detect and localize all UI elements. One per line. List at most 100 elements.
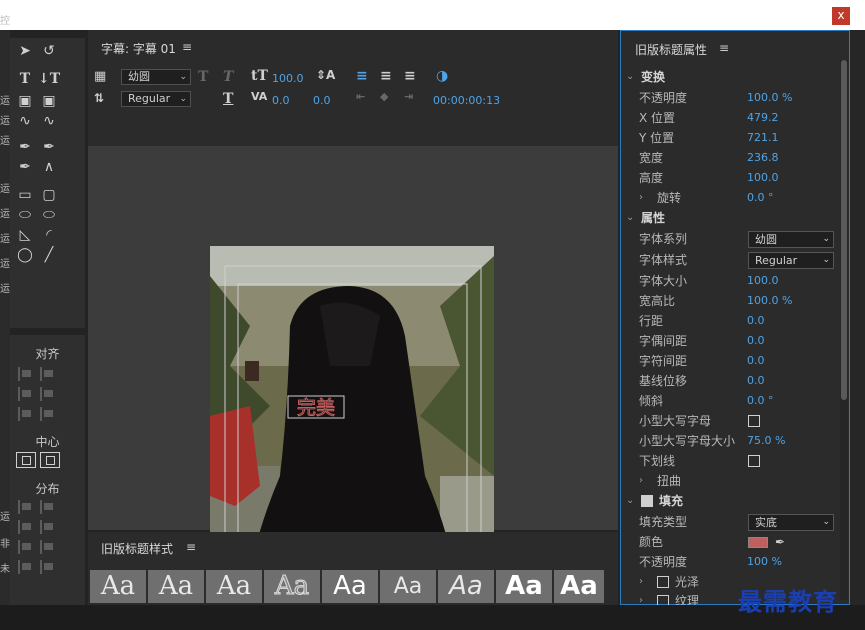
wedge-tool-icon[interactable]: ◺ bbox=[14, 226, 36, 244]
distort-row[interactable]: › 扭曲 bbox=[621, 471, 849, 491]
strip-char: 运 bbox=[0, 96, 10, 107]
leading-label: 行距 bbox=[639, 314, 664, 328]
background-app-strip: 控 运 运 运 运 运 运 运 运 运 非 未 bbox=[0, 16, 10, 630]
vertical-type-tool-icon[interactable]: ↓T bbox=[38, 70, 60, 88]
delete-anchor-tool-icon[interactable]: ✒ bbox=[38, 138, 60, 156]
distribute-right-icon bbox=[18, 520, 34, 534]
aspect-value[interactable]: 100.0 % bbox=[747, 291, 792, 311]
baseline-value[interactable]: 0.0 bbox=[747, 371, 765, 391]
font-family-dropdown[interactable]: 幼圆 ⌄ bbox=[121, 69, 191, 85]
style-swatch[interactable]: Aa bbox=[148, 570, 204, 603]
font-size-prop-value[interactable]: 100.0 bbox=[747, 271, 779, 291]
width-label: 宽度 bbox=[639, 151, 664, 165]
fill-checkbox[interactable] bbox=[641, 495, 653, 507]
tab-stop-left-icon[interactable]: ⇤ bbox=[356, 90, 365, 103]
kerning-value[interactable]: 0.0 bbox=[272, 94, 290, 107]
baseline-label: 基线位移 bbox=[639, 374, 688, 388]
properties-scrollbar[interactable] bbox=[840, 60, 848, 600]
style-swatch[interactable]: Aa bbox=[322, 570, 378, 603]
properties-section[interactable]: ⌄ 属性 bbox=[621, 208, 849, 228]
properties-menu-icon[interactable]: ≡ bbox=[719, 41, 729, 55]
style-swatch[interactable]: Aa bbox=[554, 570, 604, 603]
caption-panel: 字幕: 字幕 01 ≡ ▦ ⇅ 幼圆 ⌄ Regular ⌄ T T T tT 10… bbox=[88, 30, 618, 626]
slant-value[interactable]: 0.0 ° bbox=[747, 391, 774, 411]
chevron-right-icon: › bbox=[639, 595, 643, 605]
fill-section[interactable]: ⌄ 填充 bbox=[621, 491, 849, 511]
rotation-row[interactable]: › 旋转 0.0 ° bbox=[621, 188, 849, 208]
style-swatch[interactable]: Aa bbox=[206, 570, 262, 603]
rounded-corner-rect-tool-icon[interactable]: ⬭ bbox=[38, 206, 60, 224]
leading-value[interactable]: 0.0 bbox=[747, 311, 765, 331]
tab-stops-icon[interactable]: ⇅ bbox=[94, 91, 104, 105]
fill-color-swatch[interactable] bbox=[748, 537, 768, 548]
center-vertical-icon[interactable] bbox=[40, 452, 60, 468]
width-value[interactable]: 236.8 bbox=[747, 148, 779, 168]
window-titlebar bbox=[0, 0, 865, 30]
caption-panel-header: 字幕: 字幕 01 ≡ bbox=[88, 30, 618, 64]
area-type-tool-icon[interactable]: ▣ bbox=[14, 92, 36, 110]
rounded-rect-tool-icon[interactable]: ▢ bbox=[38, 186, 60, 204]
font-size-value[interactable]: 100.0 bbox=[272, 72, 304, 85]
pen-tool-icon[interactable]: ✒ bbox=[14, 138, 36, 156]
kerning-prop-value[interactable]: 0.0 bbox=[747, 331, 765, 351]
height-value[interactable]: 100.0 bbox=[747, 168, 779, 188]
close-button[interactable]: x bbox=[832, 7, 850, 25]
selection-tool-icon[interactable]: ➤ bbox=[14, 42, 36, 60]
center-horizontal-icon[interactable] bbox=[16, 452, 36, 468]
underline-checkbox[interactable] bbox=[748, 455, 760, 467]
chevron-right-icon: › bbox=[639, 192, 643, 203]
smallcaps-size-value[interactable]: 75.0 % bbox=[747, 431, 785, 451]
opacity-value[interactable]: 100.0 % bbox=[747, 88, 792, 108]
tab-stop-right-icon[interactable]: ⇥ bbox=[404, 90, 413, 103]
fill-type-select[interactable]: 实底 ⌄ bbox=[748, 514, 834, 531]
clipped-rect-tool-icon[interactable]: ⬭ bbox=[14, 206, 36, 224]
style-swatch[interactable]: Aa bbox=[496, 570, 552, 603]
style-swatch[interactable]: Aa bbox=[90, 570, 146, 603]
bold-icon[interactable]: T bbox=[198, 69, 208, 85]
underline-icon[interactable]: T bbox=[223, 91, 233, 107]
style-swatch[interactable]: Aa bbox=[264, 570, 320, 603]
type-tool-icon[interactable]: T bbox=[14, 70, 36, 88]
align-right-text-icon[interactable]: ≡ bbox=[404, 68, 416, 84]
arc-tool-icon[interactable]: ◜ bbox=[38, 226, 60, 244]
italic-icon[interactable]: T bbox=[223, 69, 233, 85]
vertical-path-type-tool-icon[interactable]: ∿ bbox=[38, 112, 60, 130]
rotation-value[interactable]: 0.0 ° bbox=[747, 188, 774, 208]
font-family-select[interactable]: 幼圆 ⌄ bbox=[748, 231, 834, 248]
line-tool-icon[interactable]: ╱ bbox=[38, 246, 60, 264]
fill-opacity-value[interactable]: 100 % bbox=[747, 552, 782, 572]
rotate-tool-icon[interactable]: ↺ bbox=[38, 42, 60, 60]
convert-anchor-tool-icon[interactable]: ∧ bbox=[38, 158, 60, 176]
eyedropper-icon[interactable]: ✒ bbox=[775, 532, 785, 552]
tab-stop-center-icon[interactable]: ◆ bbox=[380, 90, 388, 103]
x-position-value[interactable]: 479.2 bbox=[747, 108, 779, 128]
tracking-prop-value[interactable]: 0.0 bbox=[747, 351, 765, 371]
align-left-text-icon[interactable]: ≡ bbox=[356, 68, 368, 84]
transform-section[interactable]: ⌄ 变换 bbox=[621, 67, 849, 87]
style-swatch[interactable]: Aa bbox=[438, 570, 494, 603]
smallcaps-checkbox[interactable] bbox=[748, 415, 760, 427]
styles-menu-icon[interactable]: ≡ bbox=[186, 540, 196, 554]
align-center-text-icon[interactable]: ≡ bbox=[380, 68, 392, 84]
overlay-text[interactable]: 完美 bbox=[296, 397, 335, 420]
rectangle-tool-icon[interactable]: ▭ bbox=[14, 186, 36, 204]
timecode-value[interactable]: 00:00:00:13 bbox=[433, 94, 500, 107]
caption-menu-icon[interactable]: ≡ bbox=[182, 40, 192, 54]
path-type-tool-icon[interactable]: ∿ bbox=[14, 112, 36, 130]
style-swatch[interactable]: Aa bbox=[380, 570, 436, 603]
tracking-value[interactable]: 0.0 bbox=[313, 94, 331, 107]
font-style-select[interactable]: Regular ⌄ bbox=[748, 252, 834, 269]
y-position-value[interactable]: 721.1 bbox=[747, 128, 779, 148]
texture-checkbox[interactable] bbox=[657, 595, 669, 605]
fill-type-select-value: 实底 bbox=[755, 516, 777, 529]
slant-label: 倾斜 bbox=[639, 394, 664, 408]
watermark-text: 最需教育 bbox=[738, 587, 838, 616]
add-anchor-tool-icon[interactable]: ✒ bbox=[14, 158, 36, 176]
sheen-checkbox[interactable] bbox=[657, 576, 669, 588]
title-properties-icon[interactable]: ▦ bbox=[94, 69, 106, 84]
show-background-video-icon[interactable]: ◑ bbox=[436, 68, 448, 84]
font-style-dropdown[interactable]: Regular ⌄ bbox=[121, 91, 191, 107]
vertical-area-type-tool-icon[interactable]: ▣ bbox=[38, 92, 60, 110]
scrollbar-thumb[interactable] bbox=[841, 60, 847, 400]
ellipse-tool-icon[interactable]: ◯ bbox=[14, 246, 36, 264]
